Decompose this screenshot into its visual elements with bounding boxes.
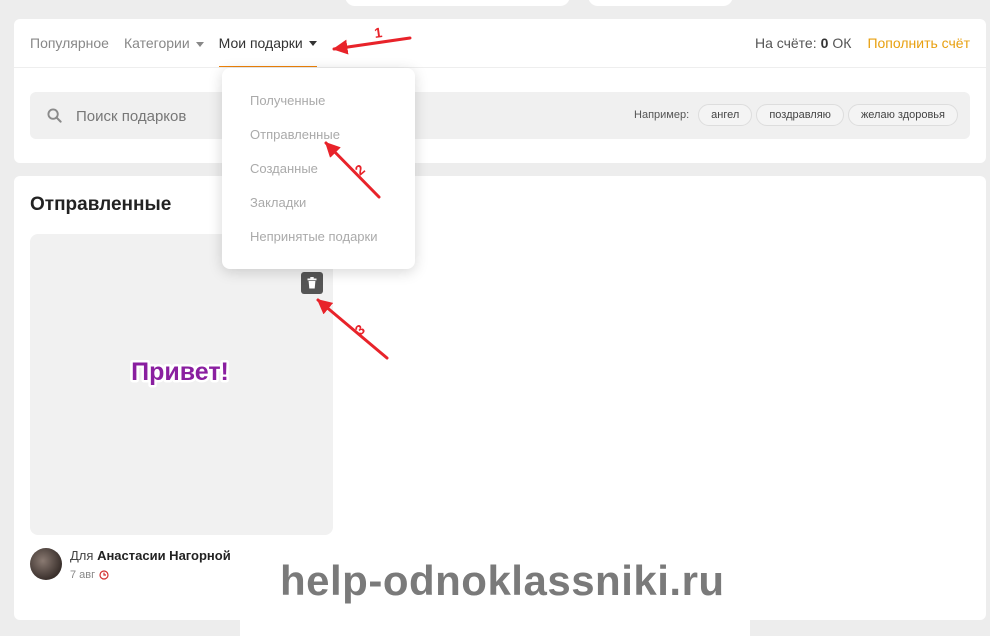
gift-nav: Популярное Категории Мои подарки <box>30 34 332 68</box>
recipient-info: Для Анастасии Нагорной 7 авг <box>70 548 231 583</box>
menu-item-bookmarks[interactable]: Закладки <box>250 195 306 210</box>
caret-down-icon <box>195 41 204 47</box>
trash-icon <box>307 277 317 289</box>
top-blob <box>345 0 570 6</box>
menu-item-received[interactable]: Полученные <box>250 93 325 108</box>
menu-item-sent[interactable]: Отправленные <box>250 127 340 142</box>
tab-popular-label: Популярное <box>30 35 109 51</box>
search-icon <box>47 108 62 123</box>
my-gifts-dropdown: Полученные Отправленные Созданные Заклад… <box>222 68 415 269</box>
balance: На счёте: 0 ОК Пополнить счёт <box>755 35 970 51</box>
recipient-name[interactable]: Анастасии Нагорной <box>97 548 231 563</box>
delete-button[interactable] <box>301 272 323 294</box>
search-examples: Например: ангел поздравляю желаю здоровь… <box>634 104 958 126</box>
balance-currency: ОК <box>832 35 852 51</box>
section-title: Отправленные <box>30 194 172 215</box>
tab-my-gifts[interactable]: Мои подарки <box>218 34 317 68</box>
nav-divider <box>14 67 986 68</box>
gift-art-text: Привет! <box>131 358 229 386</box>
balance-amount: 0 <box>820 35 829 51</box>
example-chip[interactable]: поздравляю <box>756 104 844 126</box>
search-bar: Например: ангел поздравляю желаю здоровь… <box>30 92 970 139</box>
clock-icon <box>99 570 109 580</box>
gift-image: Привет! <box>129 356 232 389</box>
examples-label: Например: <box>634 109 690 121</box>
example-chip[interactable]: ангел <box>698 104 753 126</box>
gift-date: 7 авг <box>70 569 96 581</box>
tab-my-gifts-label: Мои подарки <box>218 35 303 51</box>
watermark: help-odnoklassniki.ru <box>280 557 725 604</box>
topup-link[interactable]: Пополнить счёт <box>867 35 970 51</box>
menu-item-created[interactable]: Созданные <box>250 161 318 176</box>
example-chip[interactable]: желаю здоровья <box>847 104 958 126</box>
top-blob <box>588 0 733 6</box>
tab-popular[interactable]: Популярное <box>30 34 109 51</box>
for-label: Для <box>70 548 94 563</box>
caret-down-icon <box>308 41 317 46</box>
menu-item-unaccepted[interactable]: Непринятые подарки <box>250 229 378 244</box>
tab-categories[interactable]: Категории <box>124 34 204 51</box>
tab-categories-label: Категории <box>123 35 190 51</box>
gift-recipient: Для Анастасии Нагорной 7 авг <box>30 548 231 583</box>
avatar[interactable] <box>30 548 62 580</box>
balance-label: На счёте: <box>754 35 817 51</box>
